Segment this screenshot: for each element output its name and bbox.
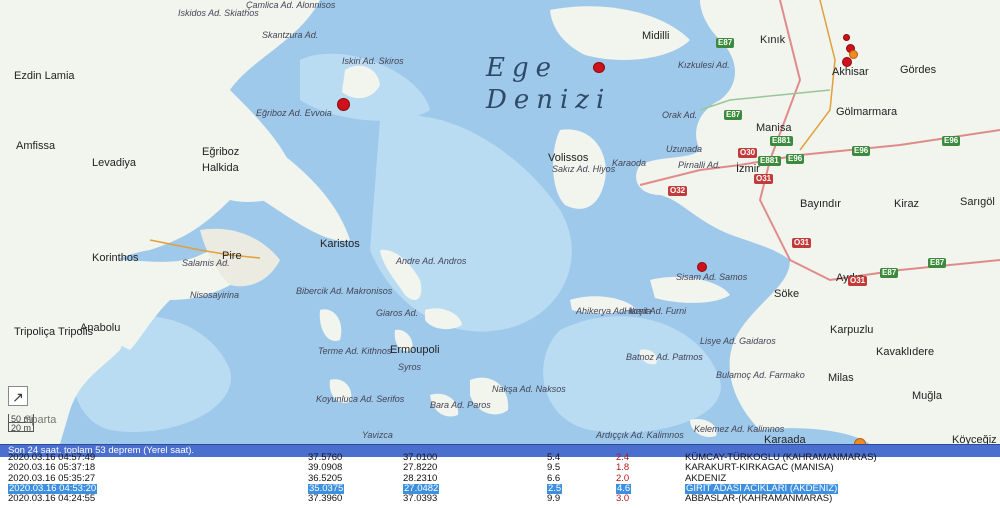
cell-place: ABBASLAR-(KAHRAMANMARAS) <box>685 493 833 505</box>
place-label: Anabolu <box>80 322 121 334</box>
place-label: Levadiya <box>92 157 137 169</box>
place-label: Volissos <box>548 152 589 164</box>
place-label: Terme Ad. Kithnos <box>318 346 392 356</box>
expand-map-icon[interactable]: ↗ <box>8 386 28 406</box>
place-label: Andre Ad. Andros <box>396 256 467 266</box>
place-label: Lisye Ad. Gaidaros <box>700 336 776 346</box>
table-body: 2020.03.16 04:57:49 37.5760 37.0100 5.4 2.4 K… <box>0 452 1000 505</box>
cell-lon: 37.0393 <box>403 493 438 505</box>
cell-lat: 37.3960 <box>308 493 343 505</box>
table-row[interactable]: 2020.03.16 05:35:27 36.5205 28.2310 6.6 2.0 A… <box>0 473 1000 484</box>
road-shield: E881 <box>770 136 793 146</box>
earthquake-marker[interactable] <box>843 34 850 41</box>
place-label: Skantzura Ad. <box>262 30 319 40</box>
map-watermark: Sparta <box>24 414 57 426</box>
place-label: Koyunluca Ad. Serifos <box>316 394 405 404</box>
place-label: Kınık <box>760 34 786 46</box>
place-label: Sakız Ad. Hiyos <box>552 164 616 174</box>
place-label: Akhisar <box>832 66 869 78</box>
place-label: Ermoupoli <box>390 344 440 356</box>
road-shield: E96 <box>942 136 961 146</box>
place-label: Söke <box>774 288 800 300</box>
earthquake-marker[interactable] <box>697 262 707 272</box>
place-label: Eğriboz <box>202 146 240 158</box>
road-shield: E87 <box>928 258 947 268</box>
road-shield: E87 <box>724 110 743 120</box>
place-label: Kavaklıdere <box>876 346 935 358</box>
road-shield: E96 <box>852 146 871 156</box>
cell-depth: 9.9 <box>547 493 561 505</box>
place-label: Hurşit Ad. Furni <box>624 306 687 316</box>
table-row[interactable]: 2020.03.16 04:57:49 37.5760 37.0100 5.4 2.4 K… <box>0 452 1000 463</box>
place-label: Kızkulesi Ad. <box>678 60 730 70</box>
road-shield: O31 <box>792 238 812 248</box>
place-label: Halkida <box>202 162 239 174</box>
table-row[interactable]: 2020.03.16 05:37:18 39.0908 27.8220 9.5 1.8 K… <box>0 462 1000 473</box>
place-label: Bara Ad. Paros <box>430 400 491 410</box>
table-row[interactable]: 2020.03.16 04:24:55 37.3960 37.0393 9.9 3.0 A… <box>0 493 1000 505</box>
place-label: Karistos <box>320 238 360 250</box>
cell-mag: 3.0 <box>616 493 630 505</box>
earthquake-map[interactable]: Ege Denizi Iskidos Ad. Skiathos Çamlica … <box>0 0 1000 444</box>
place-label: Orak Ad. <box>662 110 698 120</box>
road-shield: E96 <box>786 154 805 164</box>
sea-label-line1: Ege <box>486 53 559 83</box>
place-label: Eğriboz Ad. Evvoia <box>256 108 332 118</box>
place-label: Kelemez Ad. Kalimnos <box>694 424 785 434</box>
place-label: Bulamoç Ad. Farmako <box>716 370 805 380</box>
place-label: Ezdin Lamia <box>14 70 75 82</box>
place-label: Milas <box>828 372 854 384</box>
place-label: Nakşa Ad. Naksos <box>492 384 566 394</box>
road-shield: O32 <box>668 186 688 196</box>
place-label: Karaoda <box>612 158 647 168</box>
place-label: Midilli <box>642 30 670 42</box>
road-shield: E87 <box>880 268 899 278</box>
place-label: Ardıççık Ad. Kalimnos <box>596 430 684 440</box>
place-label: Batnoz Ad. Patmos <box>626 352 703 362</box>
earthquake-marker[interactable] <box>842 57 852 67</box>
place-label: Muğla <box>912 390 942 402</box>
place-label: Çamlica Ad. Alonnisos <box>246 0 336 10</box>
road-shield: E881 <box>758 156 781 166</box>
place-label: Gölmarmara <box>836 106 898 118</box>
place-label: Köyceğiz <box>952 434 997 444</box>
place-label: Kiraz <box>894 198 920 210</box>
place-label: Uzunada <box>666 144 703 154</box>
place-label: Pire <box>222 250 242 262</box>
road-shield: O31 <box>848 276 868 286</box>
place-label: Iskiri Ad. Skiros <box>342 56 404 66</box>
earthquake-marker[interactable] <box>337 98 350 111</box>
earthquake-table: Son 24 saat, toplam 53 deprem (Yerel saa… <box>0 444 1000 508</box>
place-label: Sisam Ad. Samos <box>676 272 748 282</box>
road-shield: O31 <box>754 174 774 184</box>
place-label: Karpuzlu <box>830 324 874 336</box>
sea-label-line2: Denizi <box>486 85 612 115</box>
place-label: Sarıgöl <box>960 196 995 208</box>
road-shield: O30 <box>738 148 758 158</box>
table-row[interactable]: 2020.03.16 04:53:20 35.0375 27.0482 2.5 4.6 G… <box>0 483 1000 495</box>
cell-date: 2020.03.16 04:24:55 <box>8 493 96 505</box>
place-label: Gördes <box>900 64 937 76</box>
place-label: Yavizca <box>362 430 393 440</box>
place-label: Manisa <box>756 122 792 134</box>
place-label: Syros <box>398 362 422 372</box>
place-label: Amfissa <box>16 140 56 152</box>
place-label: Bayındır <box>800 198 841 210</box>
place-label: Giaros Ad. <box>376 308 419 318</box>
road-shield: E87 <box>716 38 735 48</box>
place-label: Bibercik Ad. Makronisos <box>296 286 393 296</box>
place-label: Pirnalli Ad. <box>678 160 721 170</box>
earthquake-marker[interactable] <box>593 62 605 73</box>
place-label: Nisosayirina <box>190 290 240 300</box>
place-label: Karaada <box>764 434 806 444</box>
place-label: Korinthos <box>92 252 139 264</box>
